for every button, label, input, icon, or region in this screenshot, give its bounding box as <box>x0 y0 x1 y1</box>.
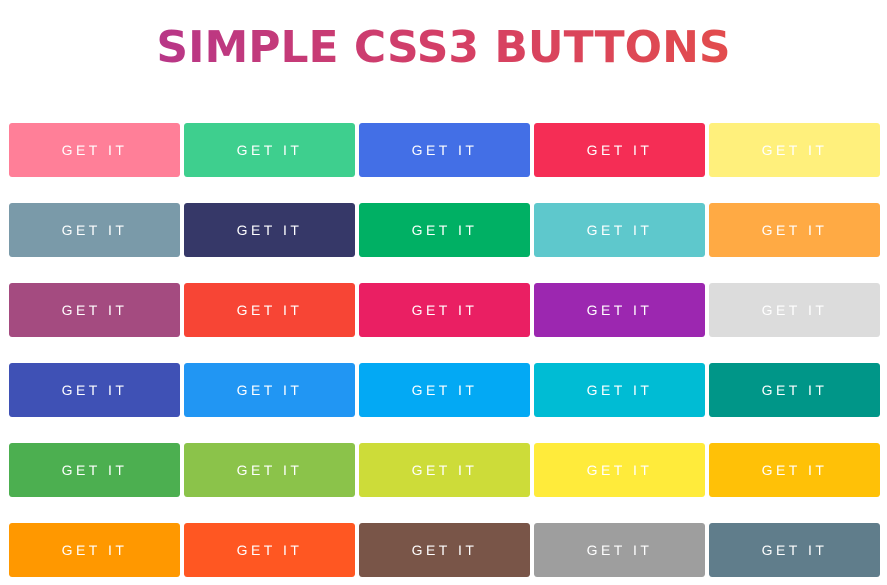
get-it-button[interactable]: GET IT <box>184 203 355 257</box>
get-it-button[interactable]: GET IT <box>359 363 530 417</box>
button-grid: GET IT GET IT GET IT GET IT GET IT GET IT GET … <box>9 123 880 577</box>
get-it-button[interactable]: GET IT <box>534 123 705 177</box>
get-it-button[interactable]: GET IT <box>709 123 880 177</box>
get-it-button[interactable]: GET IT <box>184 363 355 417</box>
get-it-button[interactable]: GET IT <box>9 283 180 337</box>
get-it-button[interactable]: GET IT <box>9 203 180 257</box>
get-it-button[interactable]: GET IT <box>359 443 530 497</box>
get-it-button[interactable]: GET IT <box>9 123 180 177</box>
get-it-button[interactable]: GET IT <box>709 523 880 577</box>
get-it-button[interactable]: GET IT <box>534 203 705 257</box>
get-it-button[interactable]: GET IT <box>184 443 355 497</box>
get-it-button[interactable]: GET IT <box>709 283 880 337</box>
get-it-button[interactable]: GET IT <box>359 123 530 177</box>
get-it-button[interactable]: GET IT <box>709 363 880 417</box>
get-it-button[interactable]: GET IT <box>534 363 705 417</box>
get-it-button[interactable]: GET IT <box>9 443 180 497</box>
get-it-button[interactable]: GET IT <box>709 203 880 257</box>
get-it-button[interactable]: GET IT <box>534 523 705 577</box>
get-it-button[interactable]: GET IT <box>534 283 705 337</box>
get-it-button[interactable]: GET IT <box>534 443 705 497</box>
get-it-button[interactable]: GET IT <box>184 283 355 337</box>
get-it-button[interactable]: GET IT <box>184 123 355 177</box>
get-it-button[interactable]: GET IT <box>359 203 530 257</box>
page-title: SIMPLE CSS3 BUTTONS <box>0 22 887 73</box>
get-it-button[interactable]: GET IT <box>359 283 530 337</box>
get-it-button[interactable]: GET IT <box>359 523 530 577</box>
get-it-button[interactable]: GET IT <box>709 443 880 497</box>
get-it-button[interactable]: GET IT <box>9 523 180 577</box>
get-it-button[interactable]: GET IT <box>9 363 180 417</box>
get-it-button[interactable]: GET IT <box>184 523 355 577</box>
